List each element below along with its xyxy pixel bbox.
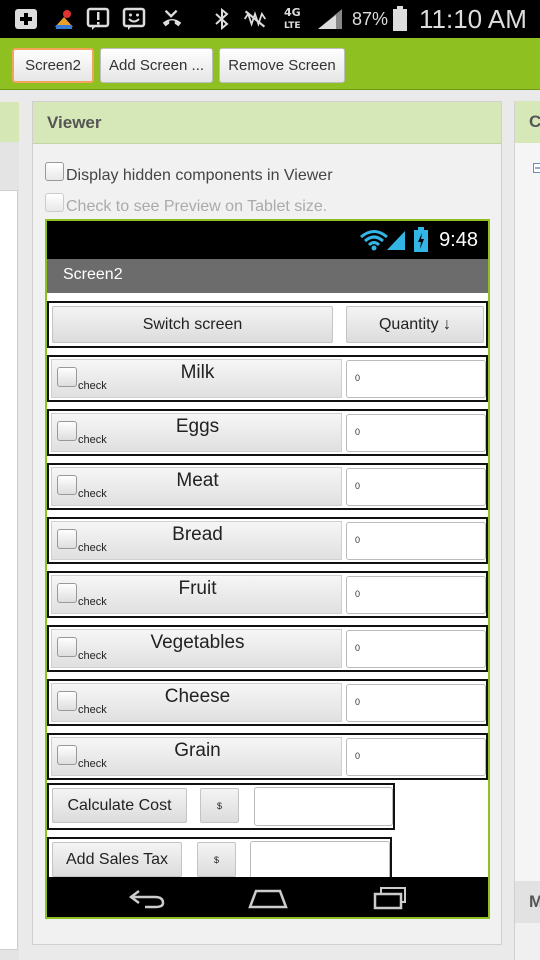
- item-name: Grain: [174, 740, 221, 761]
- phone-preview: 9:48 Screen2 Switch screen Quantity ↓ ch…: [45, 219, 490, 919]
- media-panel: M: [514, 881, 540, 960]
- item-button[interactable]: check Grain: [51, 737, 342, 776]
- components-header: C: [515, 101, 540, 143]
- item-button[interactable]: check Meat: [51, 467, 342, 506]
- display-hidden-label: Display hidden components in Viewer: [66, 166, 333, 184]
- app-icon: [52, 7, 76, 31]
- network-4g-icon: 4G LTE: [282, 6, 306, 31]
- calculate-cost-button[interactable]: Calculate Cost: [52, 788, 187, 823]
- item-button[interactable]: check Bread: [51, 521, 342, 560]
- list-item: check Milk 0: [47, 355, 488, 402]
- item-name: Vegetables: [150, 632, 245, 653]
- list-item: check Fruit 0: [47, 571, 488, 618]
- status-bar: 4G LTE 87% 11:10 AM: [0, 0, 540, 38]
- alert-icon: [86, 7, 110, 31]
- tax-currency-label: $: [197, 842, 236, 877]
- media-header: M: [515, 881, 540, 923]
- battery-percent: 87%: [352, 9, 389, 29]
- item-quantity-field[interactable]: 0: [346, 738, 486, 776]
- viewer-title: Viewer: [47, 113, 102, 132]
- switch-screen-button[interactable]: Switch screen: [52, 306, 333, 343]
- add-screen-button[interactable]: Add Screen ...: [100, 48, 213, 83]
- missed-call-icon: [160, 7, 184, 31]
- screen-selector-button[interactable]: Screen2: [12, 48, 94, 83]
- list-item: check Grain 0: [47, 733, 488, 780]
- mute-icon: [243, 7, 267, 31]
- viewer-header: Viewer: [33, 102, 501, 144]
- tablet-preview-option[interactable]: Check to see Preview on Tablet size.: [45, 193, 328, 216]
- calculate-row: Calculate Cost $: [47, 783, 395, 830]
- total-cost-field[interactable]: [254, 787, 393, 826]
- tablet-preview-checkbox[interactable]: [45, 193, 64, 212]
- item-name: Cheese: [164, 686, 231, 707]
- toolbar: Screen2 Add Screen ... Remove Screen: [0, 38, 540, 90]
- phone-nav-bar: [47, 877, 488, 917]
- phone-signal-icon: [387, 231, 405, 250]
- palette-list[interactable]: [0, 190, 18, 950]
- list-item: check Bread 0: [47, 517, 488, 564]
- clock: 11:10 AM: [419, 4, 527, 34]
- display-hidden-checkbox[interactable]: [45, 162, 64, 181]
- media-header-label: M: [529, 892, 540, 911]
- phone-battery-icon: [414, 227, 428, 252]
- recent-apps-icon[interactable]: [369, 885, 413, 911]
- signal-icon: [316, 7, 344, 31]
- item-quantity-field[interactable]: 0: [346, 684, 486, 722]
- back-icon[interactable]: [125, 885, 169, 911]
- components-panel: C: [514, 101, 540, 881]
- phone-title-bar: Screen2: [47, 259, 488, 293]
- tax-total-field[interactable]: [250, 841, 390, 880]
- tablet-preview-label: Check to see Preview on Tablet size.: [66, 197, 328, 215]
- remove-screen-button[interactable]: Remove Screen: [219, 48, 345, 83]
- collapse-icon[interactable]: [533, 163, 540, 173]
- quantity-sort-button[interactable]: Quantity ↓: [346, 306, 484, 343]
- item-quantity-field[interactable]: 0: [346, 576, 486, 614]
- item-button[interactable]: check Fruit: [51, 575, 342, 614]
- item-quantity-field[interactable]: 0: [346, 630, 486, 668]
- palette-header: [0, 102, 19, 142]
- item-quantity-field[interactable]: 0: [346, 414, 486, 452]
- phone-screen-title: Screen2: [63, 266, 123, 283]
- svg-text:4G: 4G: [284, 6, 301, 19]
- phone-status-bar: 9:48: [47, 221, 488, 259]
- home-icon[interactable]: [246, 885, 290, 911]
- item-button[interactable]: check Eggs: [51, 413, 342, 452]
- list-item: check Meat 0: [47, 463, 488, 510]
- smiley-icon: [122, 7, 146, 31]
- currency-label: $: [200, 788, 239, 823]
- phone-clock: 9:48: [439, 229, 478, 251]
- item-name: Meat: [176, 470, 219, 491]
- item-name: Fruit: [178, 578, 217, 599]
- list-item: check Eggs 0: [47, 409, 488, 456]
- add-icon: [14, 7, 38, 31]
- components-header-label: C: [529, 112, 540, 131]
- item-button[interactable]: check Cheese: [51, 683, 342, 722]
- svg-text:LTE: LTE: [284, 21, 301, 31]
- palette-panel: [0, 102, 19, 960]
- item-quantity-field[interactable]: 0: [346, 468, 486, 506]
- item-button[interactable]: check Vegetables: [51, 629, 342, 668]
- item-name: Eggs: [175, 416, 220, 437]
- bluetooth-icon: [210, 7, 234, 31]
- add-sales-tax-button[interactable]: Add Sales Tax: [52, 842, 182, 877]
- item-quantity-field[interactable]: 0: [346, 522, 486, 560]
- item-name: Milk: [180, 362, 215, 383]
- item-name: Bread: [172, 524, 223, 545]
- display-hidden-option[interactable]: Display hidden components in Viewer: [45, 162, 333, 185]
- header-row: Switch screen Quantity ↓: [47, 301, 488, 348]
- item-button[interactable]: check Milk: [51, 359, 342, 398]
- list-item: check Cheese 0: [47, 679, 488, 726]
- battery-icon: [392, 6, 408, 31]
- list-item: check Vegetables 0: [47, 625, 488, 672]
- item-quantity-field[interactable]: 0: [346, 360, 486, 398]
